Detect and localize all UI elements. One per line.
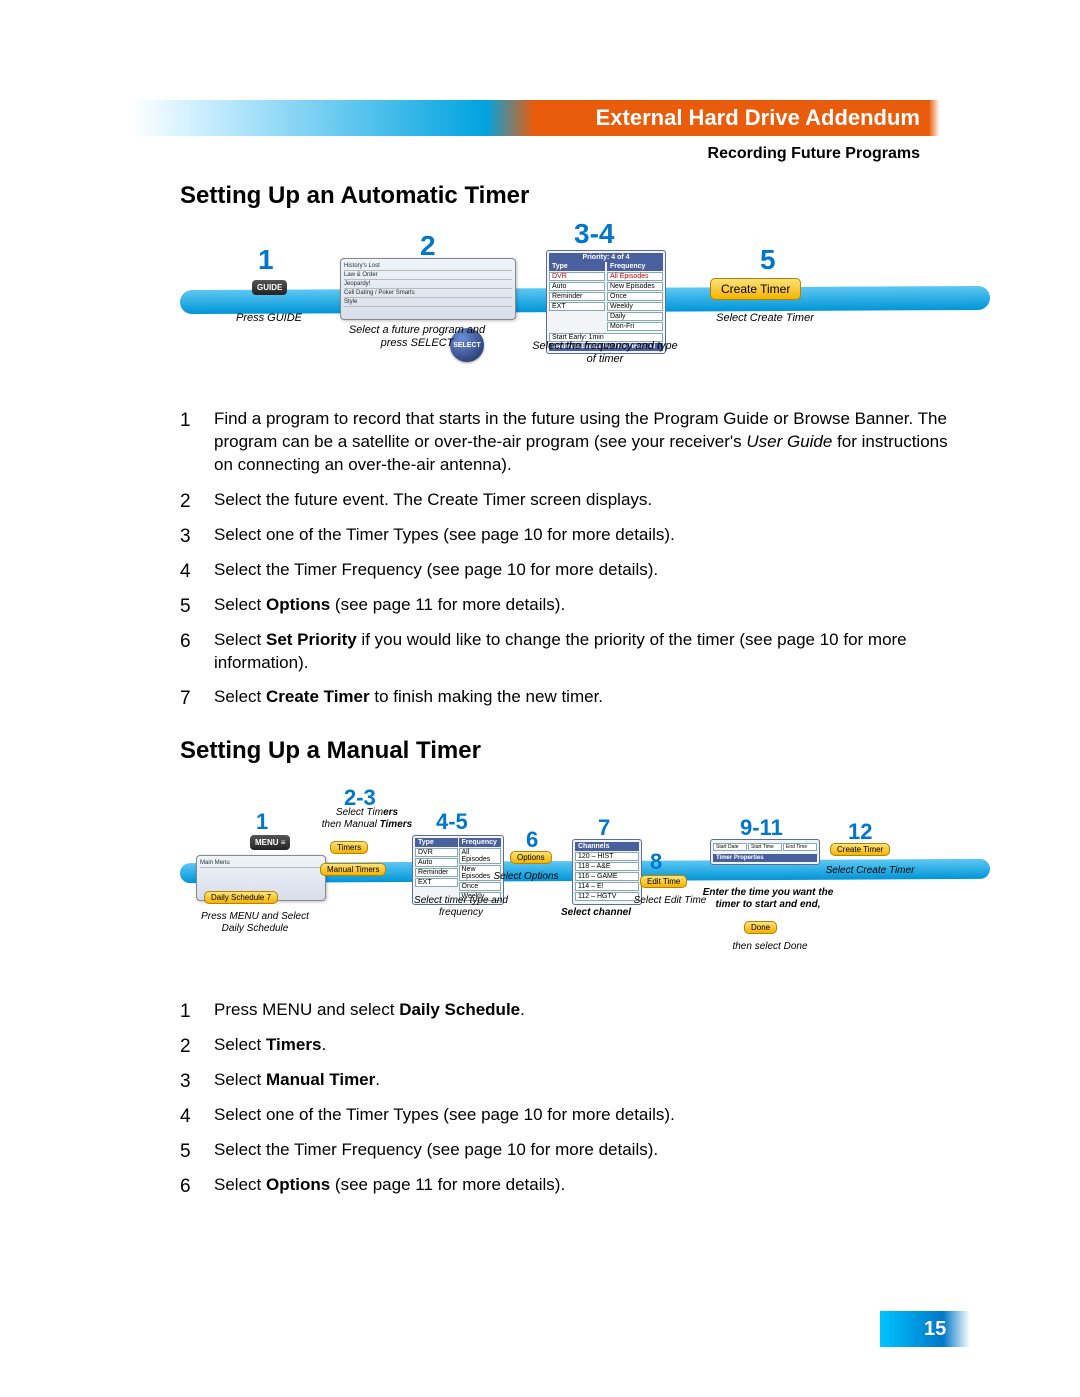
m-step7-caption: Select channel: [546, 907, 646, 919]
m-step-number-12: 12: [848, 819, 872, 845]
flow-diagram-automatic: 1 GUIDE Press GUIDE 2 History's Lost Law…: [180, 224, 970, 384]
m-step911-caption2: then select Done: [700, 941, 840, 953]
timers-button: Timers: [330, 841, 368, 854]
timer-dialog-screenshot: Priority: 4 of 4 Type DVR Auto Reminder …: [546, 250, 666, 354]
program-guide-screenshot: History's Lost Law & Order Jeopardy! Cel…: [340, 258, 516, 320]
step5-caption: Select Create Timer: [690, 312, 840, 325]
m-step-number-7: 7: [598, 815, 610, 841]
step-item: Select Set Priority if you would like to…: [180, 629, 970, 675]
step-item: Select the Timer Frequency (see page 10 …: [180, 1139, 970, 1162]
step-item: Select Manual Timer.: [180, 1069, 970, 1092]
step-number-3-4: 3-4: [574, 218, 614, 250]
page-number: 15: [880, 1311, 970, 1347]
options-button: Options: [510, 851, 552, 864]
m-create-timer-button: Create Timer: [830, 843, 890, 856]
heading-manual-timer: Setting Up a Manual Timer: [180, 737, 970, 765]
step-item: Select Timers.: [180, 1034, 970, 1057]
create-timer-button: Create Timer: [710, 278, 801, 300]
m-step911-caption: Enter the time you want the timer to sta…: [698, 887, 838, 910]
step-item: Select Options (see page 11 for more det…: [180, 1174, 970, 1197]
step-item: Select Options (see page 11 for more det…: [180, 594, 970, 617]
m-step-number-9-11: 9-11: [740, 815, 783, 841]
step-item: Select the Timer Frequency (see page 10 …: [180, 559, 970, 582]
m-step-number-8: 8: [650, 849, 662, 875]
heading-automatic-timer: Setting Up an Automatic Timer: [180, 182, 970, 210]
edit-time-button: Edit Time: [640, 875, 687, 888]
m-step12-caption: Select Create Timer: [810, 865, 930, 877]
daily-schedule-button: Daily Schedule 7: [204, 891, 278, 904]
flow-diagram-manual: 1 MENU ≡ Main Menu Daily Schedule 7 Pres…: [180, 779, 970, 969]
m-step-number-1: 1: [256, 809, 268, 835]
step-item: Select one of the Timer Types (see page …: [180, 1104, 970, 1127]
step-item: Press MENU and select Daily Schedule.: [180, 999, 970, 1022]
step-item: Select the future event. The Create Time…: [180, 489, 970, 512]
step-item: Find a program to record that starts in …: [180, 408, 970, 477]
step1-caption: Press GUIDE: [194, 312, 344, 325]
m-step1-caption: Press MENU and Select Daily Schedule: [190, 911, 320, 934]
remote-guide-button: GUIDE: [252, 280, 287, 295]
m-step-number-6: 6: [526, 827, 538, 853]
m-step6-caption: Select Options: [476, 871, 576, 883]
doc-header-title: External Hard Drive Addendum: [596, 100, 920, 136]
step-number-5: 5: [760, 244, 776, 276]
m-step23-caption: Select Timersthen Manual Timers: [302, 807, 432, 830]
step2-caption: Select a future program and press SELECT: [342, 324, 492, 350]
done-button: Done: [744, 921, 777, 934]
step34-caption: Select the frequency and type of timer: [530, 340, 680, 366]
step-number-1: 1: [258, 244, 274, 276]
step-item: Select one of the Timer Types (see page …: [180, 524, 970, 547]
manual-timers-button: Manual Timers: [320, 863, 386, 876]
time-entry-screenshot: Start Date Start Time End Time Timer Pro…: [710, 839, 820, 865]
doc-header-subtitle: Recording Future Programs: [708, 145, 920, 163]
m-step-number-4-5: 4-5: [436, 809, 468, 835]
manual-timer-steps: Press MENU and select Daily Schedule. Sel…: [180, 999, 970, 1197]
m-step45-caption: Select timer type and frequency: [396, 895, 526, 918]
step-item: Select Create Timer to finish making the…: [180, 686, 970, 709]
remote-menu-button: MENU ≡: [250, 835, 290, 850]
auto-timer-steps: Find a program to record that starts in …: [180, 408, 970, 709]
